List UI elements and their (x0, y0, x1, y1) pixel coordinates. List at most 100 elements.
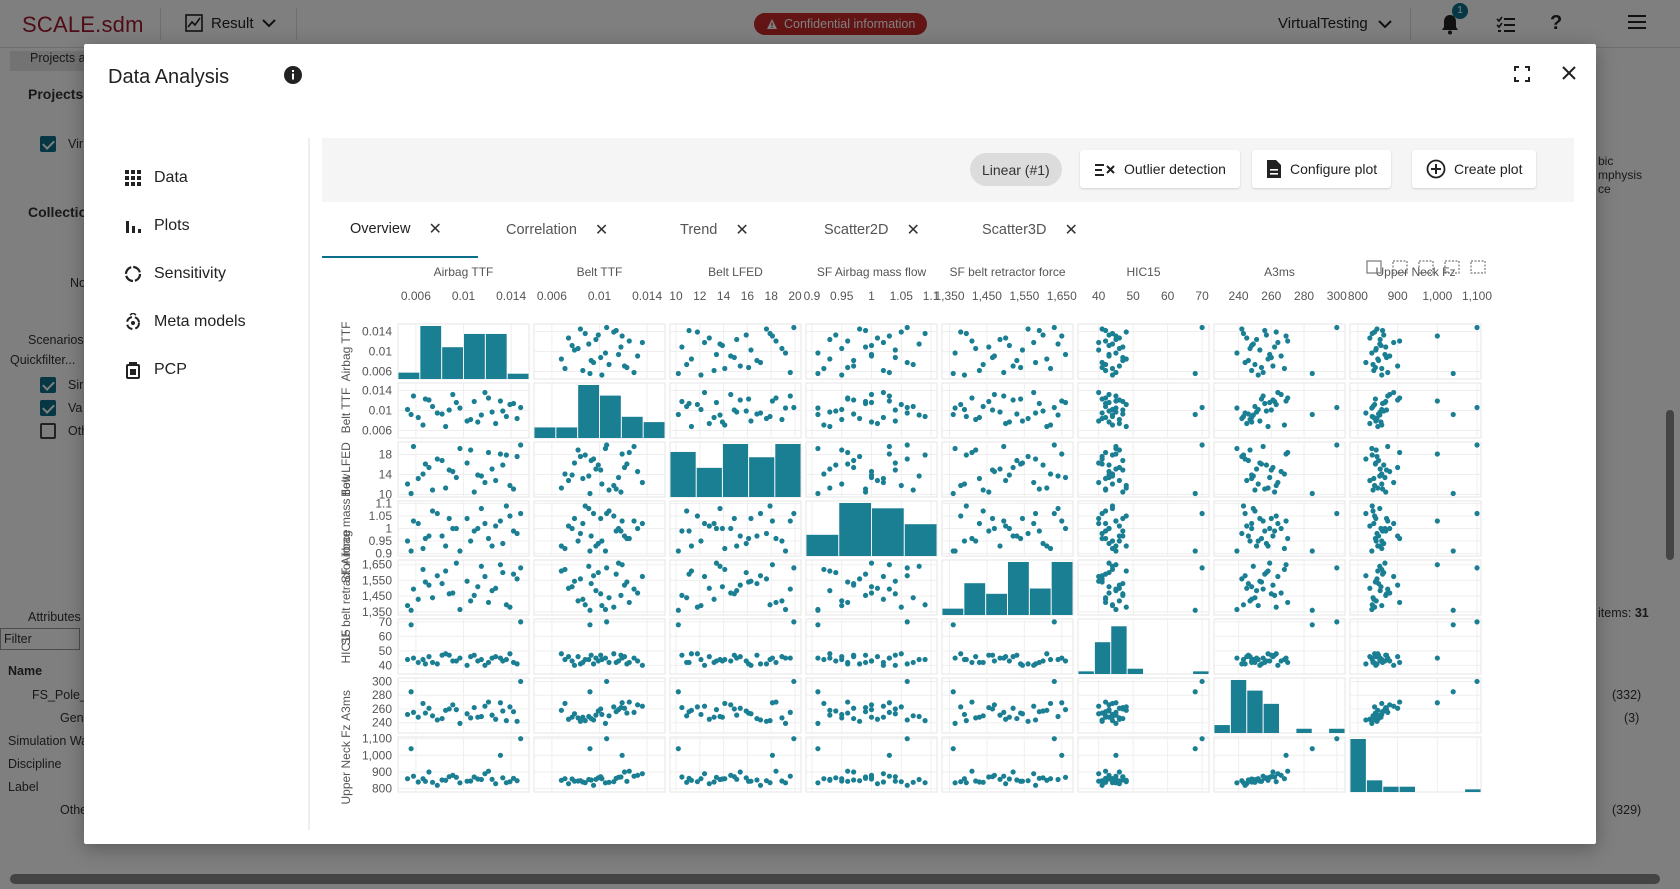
data-point (1047, 656, 1054, 663)
data-point (1116, 363, 1122, 369)
data-point (1123, 329, 1129, 335)
data-point (827, 712, 833, 718)
close-tab-icon[interactable]: ✕ (1064, 220, 1077, 240)
nav-item-meta-models[interactable]: Meta models (124, 298, 246, 346)
data-point (713, 774, 720, 780)
plot-toolbar: Linear (#1) Outlier detection Configure … (322, 138, 1574, 202)
data-point (518, 565, 524, 571)
data-point (446, 407, 452, 413)
data-point (1363, 456, 1369, 462)
data-point (514, 453, 520, 460)
plot-cell (1213, 736, 1346, 793)
tab-scatter3d[interactable]: Scatter3D ✕ (954, 202, 1106, 258)
data-point (851, 777, 857, 783)
tab-scatter2d[interactable]: Scatter2D ✕ (796, 202, 948, 258)
data-point (1245, 457, 1251, 464)
data-point (1379, 327, 1386, 334)
data-point (565, 335, 572, 341)
configure-plot-button[interactable]: Configure plot (1252, 150, 1392, 188)
data-point (569, 584, 575, 590)
data-point (791, 678, 797, 685)
data-point (969, 768, 975, 774)
data-point (950, 746, 956, 752)
data-point (1309, 622, 1315, 628)
data-point (892, 706, 898, 712)
data-point (997, 543, 1003, 549)
data-point (773, 338, 779, 344)
data-point (1369, 718, 1375, 724)
data-point (422, 661, 428, 667)
histogram-bar (1399, 786, 1415, 792)
data-point (639, 520, 645, 527)
close-tab-icon[interactable]: ✕ (906, 220, 919, 240)
data-point (1199, 678, 1205, 685)
data-point (408, 548, 414, 554)
data-point (731, 354, 737, 361)
data-point (958, 513, 964, 519)
data-point (1270, 582, 1276, 588)
data-point (1120, 580, 1126, 587)
data-point (410, 393, 417, 399)
data-point (886, 398, 892, 404)
nav-item-sensitivity[interactable]: Sensitivity (124, 250, 246, 298)
data-point (1285, 535, 1291, 542)
histogram-bar (600, 395, 621, 438)
data-point (571, 460, 578, 466)
reset-icon[interactable] (1470, 260, 1486, 274)
data-point (910, 659, 916, 666)
data-point (582, 330, 588, 337)
data-point (1019, 418, 1026, 424)
data-point (1113, 752, 1119, 758)
data-point (1113, 588, 1119, 594)
data-point (1372, 482, 1378, 489)
tab-trend[interactable]: Trend ✕ (652, 202, 777, 258)
info-icon[interactable] (284, 66, 302, 84)
data-point (1102, 338, 1109, 344)
data-point (485, 699, 492, 705)
data-point (446, 652, 452, 658)
scatter-matrix-plot[interactable]: Airbag TTF0.006 0.01 0.014Belt TTF0.006 0.0… (322, 258, 1574, 830)
data-point (457, 445, 463, 452)
data-point (1378, 658, 1384, 664)
data-point (1006, 658, 1012, 664)
data-point (706, 420, 712, 427)
close-tab-icon[interactable]: ✕ (595, 220, 608, 240)
data-point (950, 622, 956, 628)
data-point (587, 622, 593, 628)
close-icon[interactable] (1560, 64, 1578, 82)
histogram-bar (534, 427, 556, 438)
create-plot-button[interactable]: Create plot (1412, 150, 1537, 188)
tab-overview[interactable]: Overview ✕ (322, 202, 478, 258)
data-point (518, 619, 524, 625)
model-chip[interactable]: Linear (#1) (970, 153, 1062, 186)
nav-item-data[interactable]: Data (124, 154, 246, 202)
tab-correlation[interactable]: Correlation ✕ (478, 202, 636, 258)
data-point (1247, 598, 1253, 604)
data-point (1275, 479, 1281, 486)
data-point (874, 716, 881, 722)
data-point (1369, 330, 1375, 337)
data-point (1245, 411, 1251, 417)
data-point (722, 700, 728, 707)
data-point (1102, 571, 1109, 577)
data-point (868, 391, 875, 398)
data-point (482, 771, 488, 777)
data-point (916, 656, 922, 663)
data-point (475, 658, 481, 664)
data-point (1391, 520, 1397, 527)
nav-item-pcp[interactable]: PCP (124, 346, 246, 394)
data-point (1257, 418, 1263, 424)
data-point (886, 752, 892, 758)
data-point (1113, 393, 1119, 399)
data-point (711, 414, 717, 421)
data-point (478, 412, 484, 418)
fullscreen-icon[interactable] (1514, 66, 1530, 82)
outlier-detection-button[interactable]: Outlier detection (1080, 150, 1240, 188)
close-tab-icon[interactable]: ✕ (735, 220, 748, 240)
nav-item-plots[interactable]: Plots (124, 202, 246, 250)
y-tick-label: 1.1 (375, 497, 392, 511)
data-point (582, 602, 588, 608)
data-point (1268, 774, 1274, 780)
close-tab-icon[interactable]: ✕ (428, 219, 441, 239)
data-point (1273, 604, 1279, 610)
